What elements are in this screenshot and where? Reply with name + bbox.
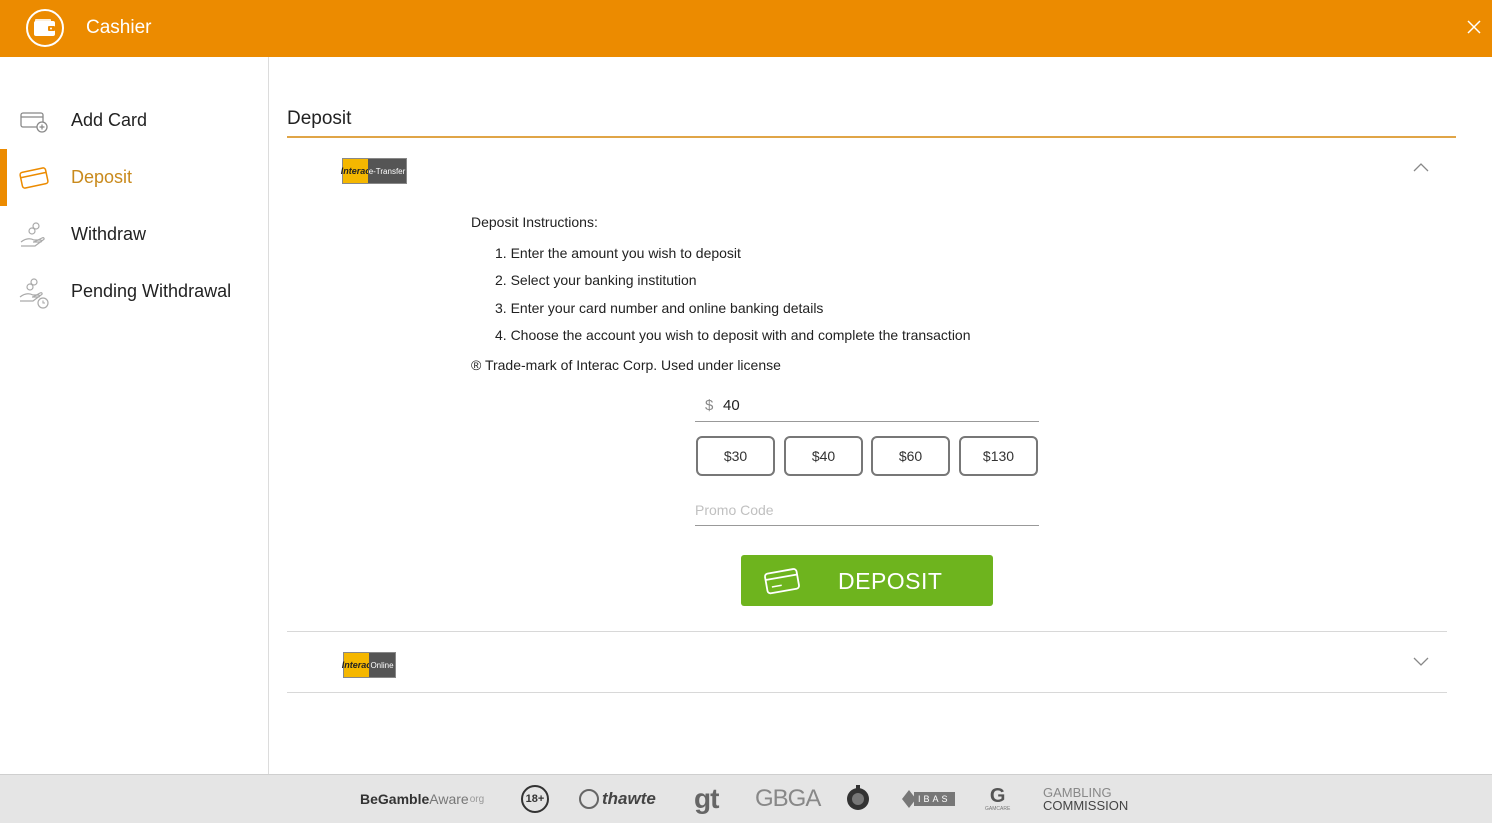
amount-field: $: [695, 391, 1039, 422]
hand-coins-clock-icon: [18, 277, 50, 309]
cashier-header: Cashier: [0, 0, 1492, 57]
sidebar-item-label: Deposit: [71, 167, 133, 187]
logo-text: BeGamble: [360, 791, 430, 807]
trademark-notice: ® Trade-mark of Interac Corp. Used under…: [471, 357, 781, 373]
logo-text: gt: [694, 783, 719, 814]
logo-text: thawte: [602, 789, 656, 808]
sidebar-item-label: Pending Withdrawal: [71, 281, 232, 301]
promo-field: [695, 497, 1039, 526]
add-card-icon: [18, 106, 50, 136]
gamcare-g-icon: G: [989, 785, 1006, 807]
sidebar-item-add-card[interactable]: Add Card: [0, 92, 268, 149]
quick-amount-button[interactable]: $60: [871, 436, 950, 476]
method-divider: [287, 692, 1447, 693]
logo-text: e-Transfer: [368, 159, 406, 183]
logo-text: Interac: [342, 653, 371, 677]
gt-logo[interactable]: gt: [694, 783, 719, 814]
thawte-logo[interactable]: thawte: [579, 785, 656, 813]
deposit-button[interactable]: DEPOSIT: [741, 555, 993, 606]
instructions-title: Deposit Instructions:: [471, 214, 598, 230]
gamcare-logo[interactable]: G GAMCARE: [985, 785, 1010, 813]
ibas-logo[interactable]: IBAS: [900, 785, 955, 813]
logo-text: 18+: [521, 785, 549, 813]
interac-online-logo[interactable]: Interac Online: [342, 652, 396, 678]
crest-icon[interactable]: [845, 785, 871, 813]
sidebar-item-pending-withdrawal[interactable]: Pending Withdrawal: [0, 263, 268, 320]
title-divider: [287, 136, 1456, 138]
logo-text: IBAS: [914, 792, 955, 806]
instruction-step: 1. Enter the amount you wish to deposit: [495, 245, 741, 261]
instruction-step: 4. Choose the account you wish to deposi…: [495, 327, 971, 344]
card-icon: [763, 567, 803, 595]
page-title: Deposit: [287, 108, 352, 129]
logo-text: GAMCARE: [985, 806, 1011, 812]
logo-text: Interac: [341, 159, 370, 183]
sidebar: Add Card Deposit Withdraw Pending Withdr…: [0, 57, 269, 774]
instruction-step: 2. Select your banking institution: [495, 272, 697, 289]
amount-input[interactable]: [723, 393, 1023, 417]
logo-text: COMMISSION: [1043, 798, 1129, 813]
logo-text: GBGA: [755, 785, 821, 812]
sidebar-item-label: Add Card: [71, 110, 148, 130]
currency-symbol: $: [705, 397, 714, 414]
gbga-logo[interactable]: GBGA: [755, 785, 821, 813]
close-icon[interactable]: [1464, 16, 1484, 40]
header-title: Cashier: [86, 17, 152, 38]
sidebar-item-deposit[interactable]: Deposit: [0, 149, 268, 206]
begambleaware-logo[interactable]: BeGamble Aware org: [360, 785, 484, 813]
gambling-commission-logo[interactable]: GAMBLING COMMISSION: [1043, 785, 1128, 813]
logo-text: Aware: [429, 791, 469, 807]
logo-text: Online: [369, 653, 395, 677]
logo-text: org: [469, 793, 485, 805]
chevron-down-icon[interactable]: [1411, 655, 1431, 669]
quick-amount-button[interactable]: $130: [959, 436, 1038, 476]
footer: BeGamble Aware org 18+ thawte gt GBGA IB…: [0, 774, 1492, 823]
instruction-step: 3. Enter your card number and online ban…: [495, 299, 824, 316]
hand-coins-icon: [18, 220, 50, 250]
age-restriction-logo[interactable]: 18+: [521, 785, 549, 813]
quick-amount-button[interactable]: $40: [784, 436, 863, 476]
deposit-button-label: DEPOSIT: [838, 568, 943, 594]
sidebar-item-label: Withdraw: [71, 224, 147, 244]
method-divider: [287, 631, 1447, 632]
sidebar-item-withdraw[interactable]: Withdraw: [0, 206, 268, 263]
wallet-icon: [26, 9, 64, 47]
thawte-seal-icon: [579, 789, 599, 809]
quick-amount-button[interactable]: $30: [696, 436, 775, 476]
instructions-list: 1. Enter the amount you wish to deposit …: [495, 244, 971, 354]
chevron-up-icon[interactable]: [1411, 160, 1431, 174]
promo-code-input[interactable]: [695, 499, 1035, 521]
interac-etransfer-logo[interactable]: Interac e-Transfer: [341, 158, 407, 184]
card-icon: [18, 163, 50, 193]
